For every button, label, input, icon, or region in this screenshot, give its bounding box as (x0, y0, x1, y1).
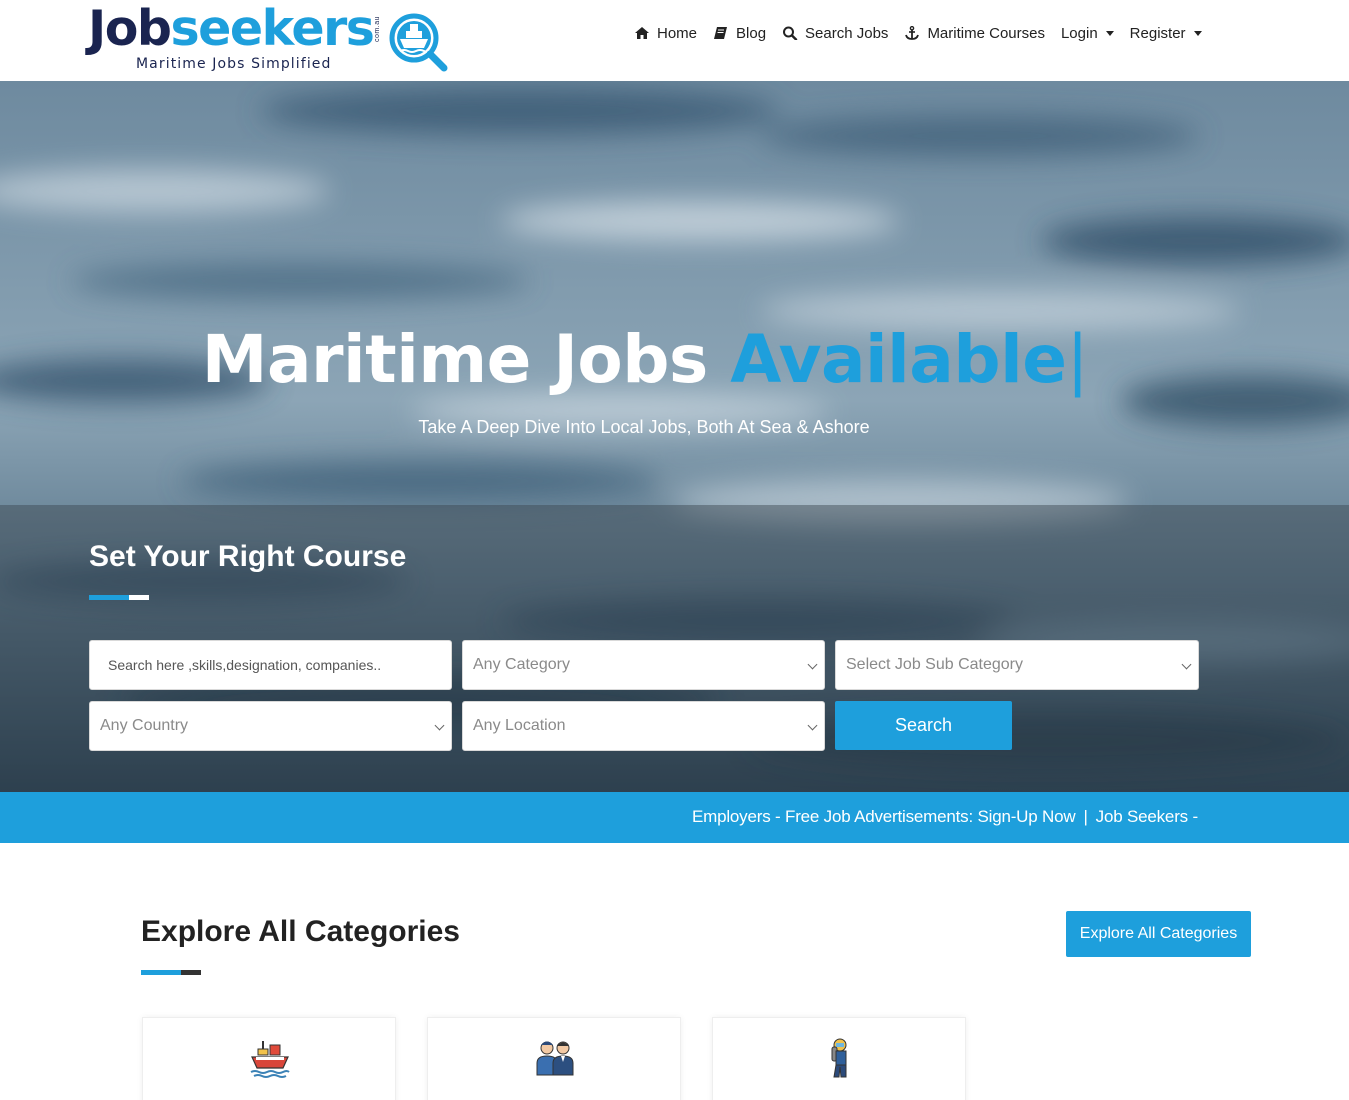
nav-search-jobs[interactable]: Search Jobs (782, 25, 888, 42)
heading-underline (89, 595, 149, 600)
home-icon (635, 27, 649, 39)
nav-home-label: Home (657, 24, 698, 42)
category-card[interactable] (427, 1017, 681, 1100)
chevron-down-icon (434, 720, 445, 731)
nav-login-label: Login (1060, 24, 1098, 42)
category-select[interactable]: Any Category (462, 640, 825, 690)
hero-subtitle: Take A Deep Dive Into Local Jobs, Both A… (418, 417, 870, 437)
chevron-down-icon (1181, 659, 1192, 670)
announcement-ticker: Employers - Free Job Advertisements: Sig… (0, 792, 1349, 843)
site-logo[interactable]: Jobseekers com.au Maritime Jobs Simplifi… (88, 4, 450, 74)
categories-heading-underline (141, 970, 201, 975)
typing-cursor: | (1066, 321, 1089, 398)
keyword-search-input[interactable]: Search here ,skills,designation, compani… (89, 640, 452, 690)
search-icon (783, 26, 798, 40)
book-icon (714, 27, 728, 39)
main-nav: Home Blog Search Jobs Maritime Courses L… (634, 22, 1218, 44)
logo-domain: com.au (374, 16, 381, 42)
search-button[interactable]: Search (835, 701, 1012, 750)
category-card[interactable] (142, 1017, 396, 1100)
country-select-value: Any Country (100, 717, 189, 734)
nav-blog[interactable]: Blog (713, 25, 766, 42)
ship-magnifier-logo-icon (389, 13, 448, 72)
country-select[interactable]: Any Country (89, 701, 452, 751)
chevron-down-icon (807, 720, 818, 731)
hero-title-main: Maritime Jobs (201, 321, 709, 398)
nav-home[interactable]: Home (634, 25, 697, 42)
logo-wordmark: Jobseekers (88, 4, 375, 53)
category-select-value: Any Category (473, 656, 570, 673)
nav-search-jobs-label: Search Jobs (805, 24, 889, 42)
location-select-value: Any Location (473, 717, 566, 734)
hero-title: Maritime Jobs Available| (0, 321, 1290, 398)
nav-register-dropdown[interactable]: Register (1130, 25, 1202, 42)
chevron-down-icon (1193, 31, 1202, 36)
ship-icon (250, 1041, 290, 1078)
nav-register-label: Register (1129, 24, 1186, 42)
chevron-down-icon (1105, 31, 1114, 36)
ticker-separator: | (1083, 807, 1088, 826)
nav-maritime-courses-label: Maritime Courses (927, 24, 1045, 42)
nav-maritime-courses[interactable]: Maritime Courses (904, 25, 1045, 42)
anchor-icon (905, 26, 920, 40)
logo-word-seekers: seekers (170, 0, 374, 57)
diver-icon (831, 1038, 847, 1078)
hero-title-accent: Available (730, 321, 1067, 398)
ticker-item-employers[interactable]: Employers - Free Job Advertisements: Sig… (692, 807, 1076, 826)
explore-categories-button[interactable]: Explore All Categories (1066, 911, 1251, 957)
subcategory-select-value: Select Job Sub Category (846, 656, 1023, 673)
nav-blog-label: Blog (736, 24, 767, 42)
search-heading: Set Your Right Course (89, 540, 407, 573)
category-card[interactable] (712, 1017, 966, 1100)
ticker-item-jobseekers[interactable]: Job Seekers - F (1096, 807, 1199, 826)
categories-heading: Explore All Categories (141, 915, 460, 948)
location-select[interactable]: Any Location (462, 701, 825, 751)
logo-tagline: Maritime Jobs Simplified (136, 56, 332, 72)
chevron-down-icon (807, 659, 818, 670)
logo-word-job: Job (88, 0, 172, 57)
crew-icon (536, 1041, 574, 1076)
site-header: Jobseekers com.au Maritime Jobs Simplifi… (0, 0, 1349, 81)
ticker-text: Employers - Free Job Advertisements: Sig… (692, 807, 1199, 829)
nav-login-dropdown[interactable]: Login (1061, 25, 1114, 42)
subcategory-select[interactable]: Select Job Sub Category (835, 640, 1199, 690)
